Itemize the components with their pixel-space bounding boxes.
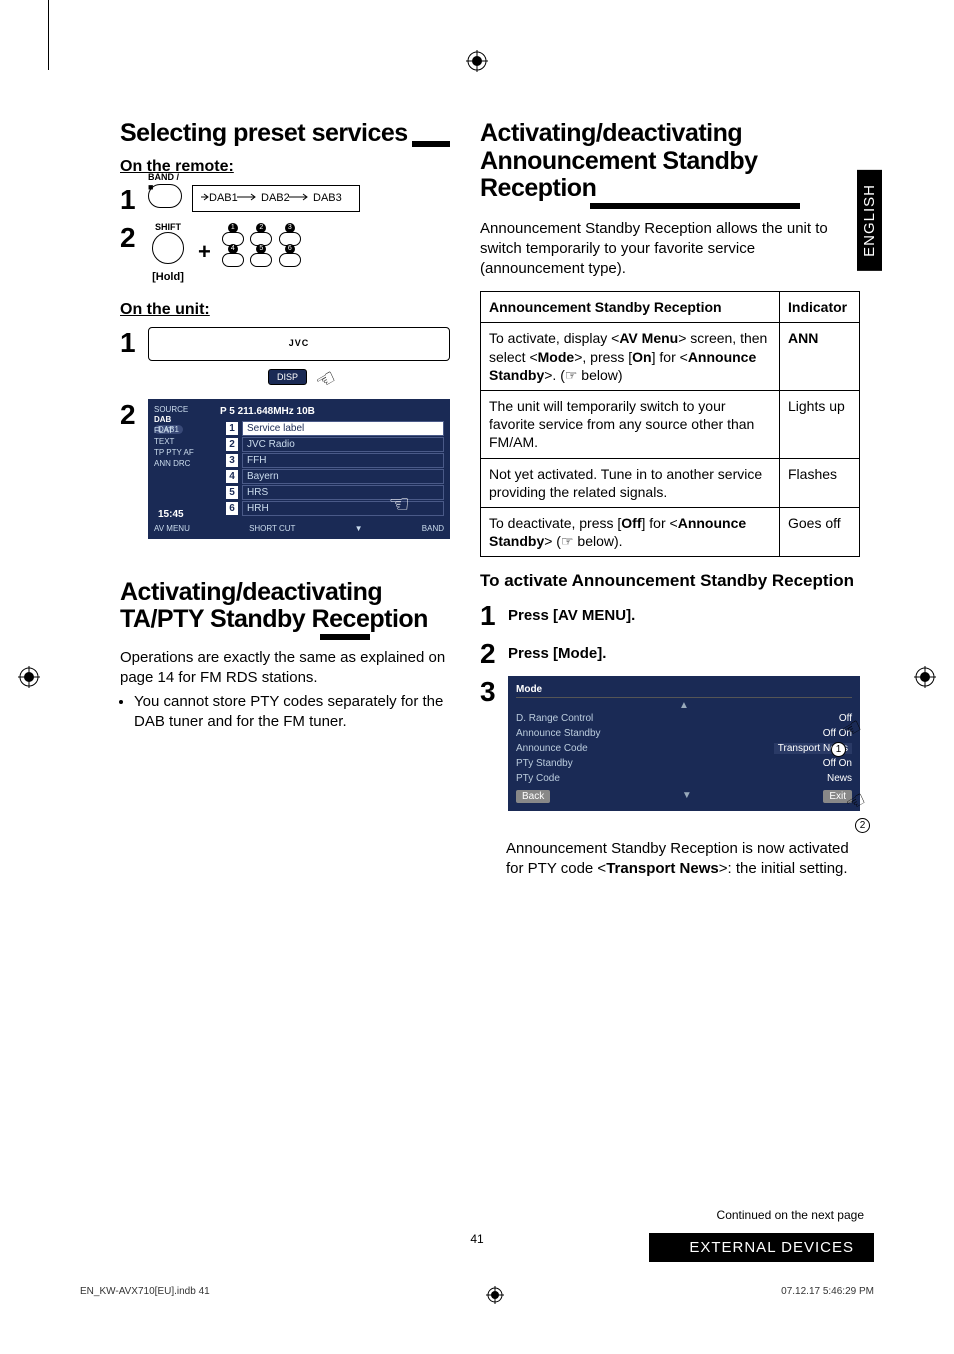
- unit-step-1: 1 JVC DISP ☜: [120, 327, 450, 385]
- indb-filename: EN_KW-AVX710[EU].indb 41: [80, 1286, 210, 1304]
- back-button[interactable]: Back: [516, 790, 550, 803]
- table-row: The unit will temporarily switch to your…: [481, 391, 860, 459]
- title-rule: [320, 634, 370, 640]
- shift-button-icon[interactable]: [152, 232, 184, 264]
- step-number: 2: [120, 222, 142, 254]
- step-text: Press [AV MENU].: [508, 600, 635, 626]
- step-number: 2: [120, 399, 142, 431]
- step-number: 1: [480, 600, 502, 632]
- screen-left-indicators: FLAT TEXT TP PTY AF ANN DRC: [154, 425, 194, 470]
- band-label: BAND: [422, 524, 444, 534]
- screen-time: 15:45: [158, 508, 184, 521]
- number-pad-icon[interactable]: 1 2 3 4 5 6: [221, 231, 302, 273]
- external-devices-bar: EXTERNAL DEVICES: [649, 1233, 874, 1262]
- title-rule: [412, 141, 450, 147]
- activate-subtitle: To activate Announcement Standby Recepti…: [480, 571, 860, 591]
- footer-line: EN_KW-AVX710[EU].indb 41 07.12.17 5:46:2…: [80, 1286, 874, 1304]
- step-number: 1: [120, 184, 142, 216]
- table-row: Not yet activated. Tune in to another se…: [481, 458, 860, 507]
- unit-face-icon: JVC: [148, 327, 450, 361]
- callout-1-icon: 1: [831, 742, 846, 757]
- announcement-intro: Announcement Standby Reception allows th…: [480, 219, 860, 280]
- step-text: Press [Mode].: [508, 638, 606, 664]
- band-button-icon[interactable]: [148, 184, 182, 208]
- announcement-table: Announcement Standby Reception Indicator…: [480, 291, 860, 557]
- callout-2-icon: 2: [855, 818, 870, 833]
- pointing-hand-icon: ☜: [388, 489, 410, 520]
- subhead-on-unit: On the unit:: [120, 301, 450, 319]
- mode-screen[interactable]: Mode ▲ D. Range ControlOff Announce Stan…: [508, 676, 860, 811]
- registration-mark-icon: [466, 50, 488, 72]
- table-row: To activate, display <AV Menu> screen, t…: [481, 323, 860, 391]
- registration-mark-icon: [486, 1286, 504, 1304]
- table-header: Announcement Standby Reception: [481, 292, 780, 323]
- registration-mark-icon: [914, 666, 936, 688]
- remote-step-1: 1 BAND / ■ DAB1 DAB2 DAB3: [120, 184, 450, 216]
- title-rule: [590, 203, 800, 209]
- jvc-logo: JVC: [289, 338, 310, 348]
- page-number: 41: [470, 1232, 483, 1246]
- plus-icon: +: [198, 239, 211, 265]
- mode-title: Mode: [516, 684, 852, 698]
- page: ENGLISH Selecting preset services On the…: [0, 0, 954, 1354]
- left-column: Selecting preset services On the remote:…: [120, 120, 450, 879]
- continued-label: Continued on the next page: [717, 1208, 864, 1222]
- step-number: 1: [120, 327, 142, 359]
- screen-header: P 5 211.648MHz 10B: [220, 405, 420, 418]
- ta-pty-body: Operations are exactly the same as expla…: [120, 648, 450, 733]
- remote-step-2: 2 SHIFT [Hold] + 1 2 3: [120, 222, 450, 283]
- right-column: Activating/deactivating Announcement Sta…: [480, 120, 860, 879]
- crop-mark: [48, 0, 49, 70]
- svg-text:DAB2: DAB2: [261, 192, 290, 204]
- unit-step-2: 2 SOURCE DAB DAB1 FLAT TEXT TP PTY AF AN…: [120, 399, 450, 539]
- pointing-hand-icon: ☜: [311, 363, 341, 395]
- short-cut-label: SHORT CUT: [249, 524, 295, 534]
- disp-button[interactable]: DISP: [268, 369, 307, 385]
- after-text: Announcement Standby Reception is now ac…: [506, 839, 860, 880]
- step-number: 3: [480, 676, 502, 708]
- preset-list[interactable]: 1Service label 2JVC Radio 3FFH 4Bayern 5…: [226, 421, 444, 516]
- section-title-announcement: Activating/deactivating Announcement Sta…: [480, 120, 800, 203]
- step-number: 2: [480, 638, 502, 670]
- shift-label: SHIFT: [148, 222, 188, 232]
- svg-text:DAB1: DAB1: [209, 192, 238, 204]
- hold-label: [Hold]: [148, 271, 188, 283]
- unit-screen[interactable]: SOURCE DAB DAB1 FLAT TEXT TP PTY AF ANN …: [148, 399, 450, 539]
- section-title-selecting: Selecting preset services: [120, 120, 408, 148]
- table-header: Indicator: [780, 292, 860, 323]
- av-menu-label: AV MENU: [154, 524, 190, 534]
- registration-mark-icon: [18, 666, 40, 688]
- table-row: To deactivate, press [Off] for <Announce…: [481, 507, 860, 556]
- svg-text:DAB3: DAB3: [313, 192, 342, 204]
- section-title-ta-pty: Activating/deactivating TA/PTY Standby R…: [120, 579, 430, 634]
- dab-chain-box: DAB1 DAB2 DAB3: [192, 185, 360, 212]
- language-tab: ENGLISH: [857, 170, 882, 271]
- timestamp: 07.12.17 5:46:29 PM: [781, 1286, 874, 1304]
- dab-chain-icon: DAB1 DAB2 DAB3: [201, 190, 351, 204]
